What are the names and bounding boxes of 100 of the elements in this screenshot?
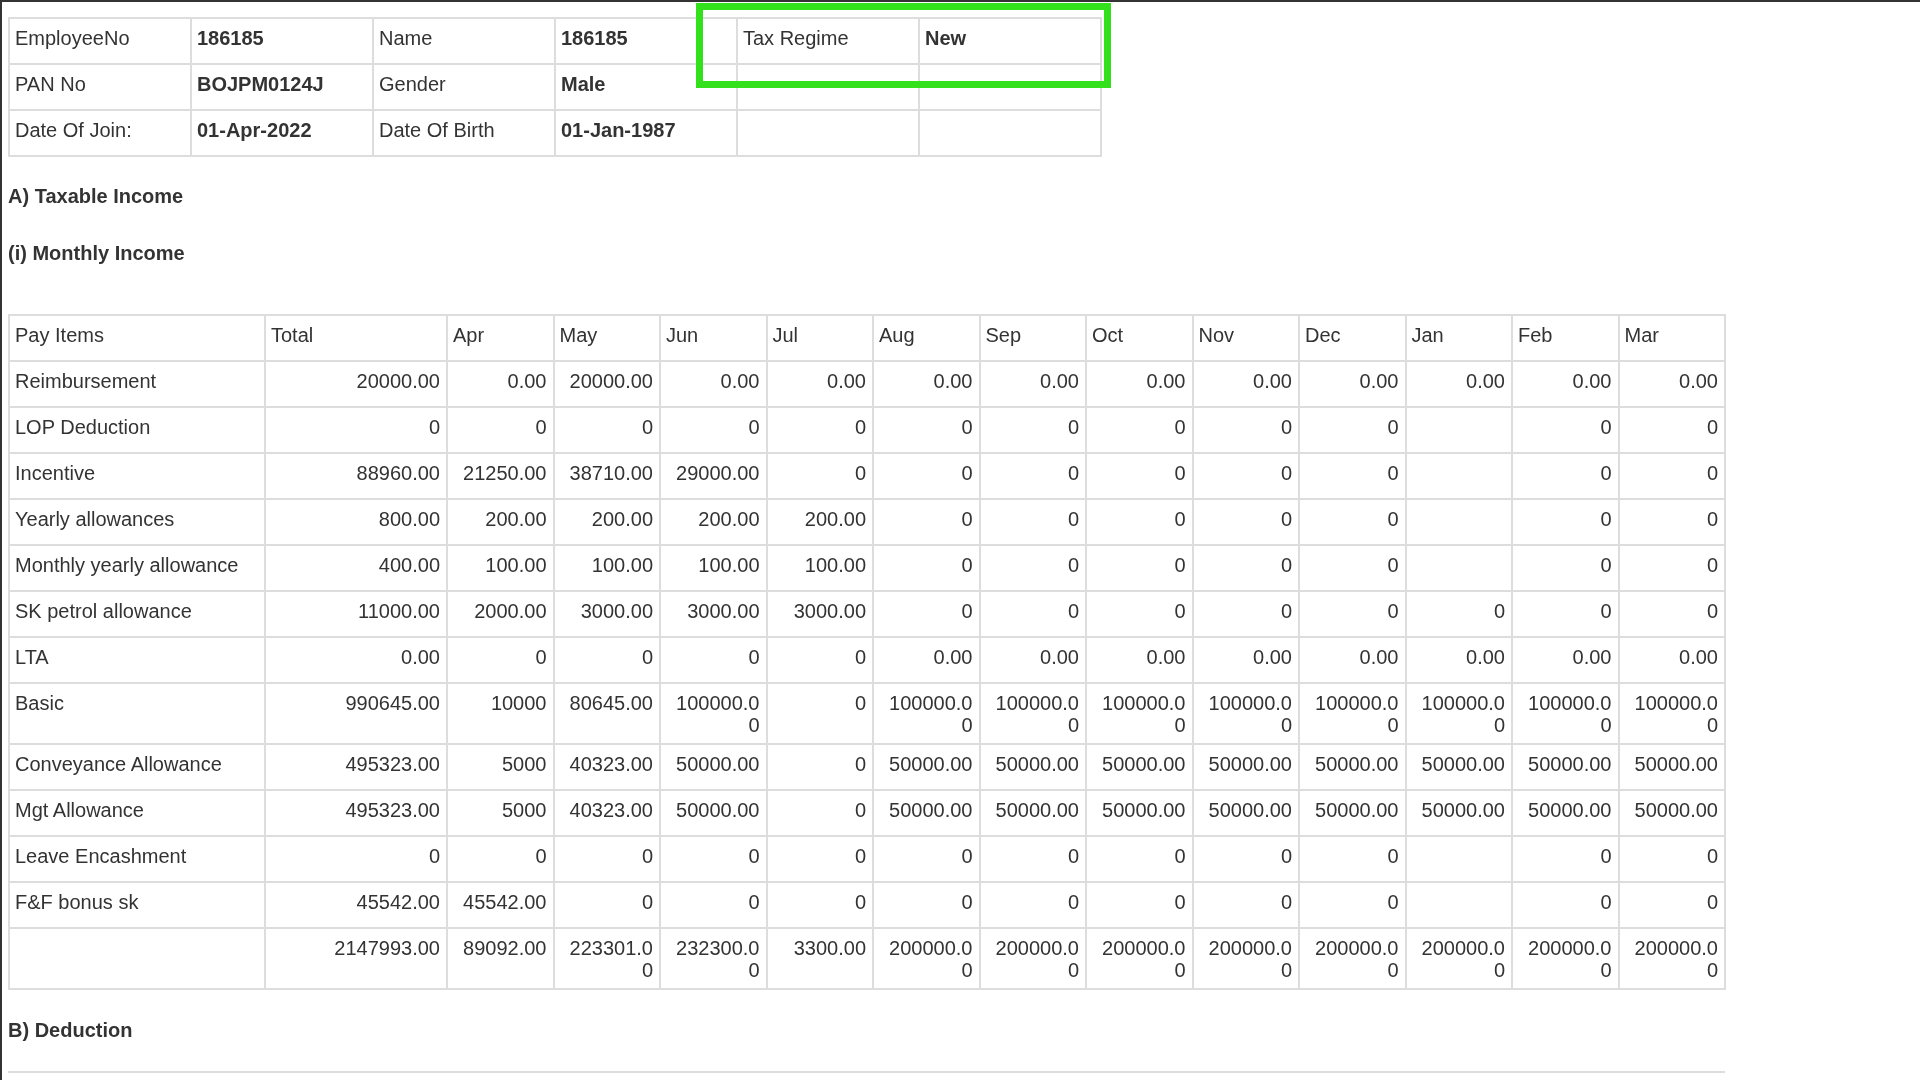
table-cell: 0 [1299, 882, 1406, 928]
table-cell: 100000.00 [660, 683, 767, 744]
field-label: Date Of Join: [9, 110, 191, 156]
table-cell: 0 [979, 882, 1086, 928]
table-cell: 100000.00 [1618, 683, 1725, 744]
field-label: Tax Regime [737, 18, 919, 64]
table-cell: 0 [979, 407, 1086, 453]
table-cell: 3000.00 [660, 591, 767, 637]
table-cell: 0 [979, 545, 1086, 591]
table-cell: 50000.00 [1512, 790, 1619, 836]
field-value: 186185 [191, 18, 373, 64]
field-value: 01-Apr-2022 [191, 110, 373, 156]
table-cell: 0 [1086, 882, 1193, 928]
table-cell: 50000.00 [979, 790, 1086, 836]
table-cell: 0 [1192, 882, 1299, 928]
table-cell: 0.00 [1618, 637, 1725, 683]
table-cell: 100000.00 [873, 683, 980, 744]
table-cell: 0 [1618, 882, 1725, 928]
table-cell: 0 [1192, 499, 1299, 545]
table-cell: 232300.00 [660, 928, 767, 989]
table-cell: 100.00 [447, 545, 554, 591]
table-cell: 89092.00 [447, 928, 554, 989]
section-heading: A) Taxable Income [8, 184, 185, 209]
table-cell: 0 [1618, 499, 1725, 545]
section-heading: (i) Monthly Income [8, 241, 186, 266]
table-cell: 0 [1512, 836, 1619, 882]
table-cell: 0 [766, 882, 873, 928]
row-label: Leave Encashment [9, 836, 265, 882]
table-cell: 0.00 [979, 637, 1086, 683]
field-label: PAN No [9, 64, 191, 110]
table-cell: 100.00 [660, 545, 767, 591]
table-cell: 45542.00 [265, 882, 447, 928]
table-cell: 10000 [447, 683, 554, 744]
table-cell: 200000.00 [1086, 928, 1193, 989]
table-cell: 0 [766, 637, 873, 683]
row-label: Monthly yearly allowance [9, 545, 265, 591]
table-cell: 0 [873, 882, 980, 928]
table-cell: 0 [1512, 453, 1619, 499]
table-cell: 0.00 [1086, 637, 1193, 683]
table-cell: 0.00 [1192, 637, 1299, 683]
table-cell: 0 [1512, 407, 1619, 453]
table-cell: 5000 [447, 744, 554, 790]
table-cell: 800.00 [265, 499, 447, 545]
field-label: Date Of Birth [373, 110, 555, 156]
table-cell: 0.00 [766, 361, 873, 407]
column-header: Sep [979, 315, 1086, 361]
table-cell: 0 [1086, 453, 1193, 499]
table-cell: 0.00 [1086, 361, 1193, 407]
table-cell: 0 [1086, 836, 1193, 882]
table-cell: 100000.00 [1512, 683, 1619, 744]
table-cell: 50000.00 [1405, 744, 1512, 790]
field-value: 01-Jan-1987 [555, 110, 737, 156]
table-cell: 100000.00 [979, 683, 1086, 744]
table-cell: 0.00 [873, 637, 980, 683]
table-cell: 3300.00 [766, 928, 873, 989]
table-cell: 0 [979, 453, 1086, 499]
field-label: Name [373, 18, 555, 64]
table-cell: 990645.00 [265, 683, 447, 744]
table-cell: 0 [1299, 545, 1406, 591]
table-cell: 0 [265, 836, 447, 882]
table-cell: 0 [553, 836, 660, 882]
table-cell: 100000.00 [1086, 683, 1193, 744]
table-cell: 0 [1086, 591, 1193, 637]
table-cell: 88960.00 [265, 453, 447, 499]
table-cell: 0 [1618, 836, 1725, 882]
table-cell: 38710.00 [553, 453, 660, 499]
row-label: Incentive [9, 453, 265, 499]
table-cell: 0 [1086, 545, 1193, 591]
table-cell: 0 [1086, 407, 1193, 453]
row-label: Reimbursement [9, 361, 265, 407]
table-cell: 0.00 [265, 637, 447, 683]
table-cell: 2147993.00 [265, 928, 447, 989]
column-header: Total [265, 315, 447, 361]
table-cell: 0 [660, 836, 767, 882]
table-cell: 45542.00 [447, 882, 554, 928]
table-cell: 0 [766, 407, 873, 453]
table-cell: 0 [660, 882, 767, 928]
column-header: Aug [873, 315, 980, 361]
table-cell: 29000.00 [660, 453, 767, 499]
table-cell: 0 [660, 407, 767, 453]
table-cell: 0 [979, 499, 1086, 545]
section-heading: B) Deduction [8, 1018, 134, 1043]
field-value: BOJPM0124J [191, 64, 373, 110]
table-cell: 0.00 [873, 361, 980, 407]
table-cell: 223301.00 [553, 928, 660, 989]
table-cell: 0 [1618, 545, 1725, 591]
table-cell: 200000.00 [979, 928, 1086, 989]
field-value: New [919, 18, 1101, 64]
table-cell: 0 [873, 407, 980, 453]
column-header: Apr [447, 315, 554, 361]
table-cell: 50000.00 [1299, 790, 1406, 836]
column-header: Feb [1512, 315, 1619, 361]
table-cell: 200.00 [766, 499, 873, 545]
row-label: Mgt Allowance [9, 790, 265, 836]
table-cell: 5000 [447, 790, 554, 836]
table-cell: 40323.00 [553, 790, 660, 836]
table-cell: 0 [873, 545, 980, 591]
table-cell: 0 [1299, 591, 1406, 637]
table-cell: 0 [766, 744, 873, 790]
table-cell: 0 [447, 407, 554, 453]
